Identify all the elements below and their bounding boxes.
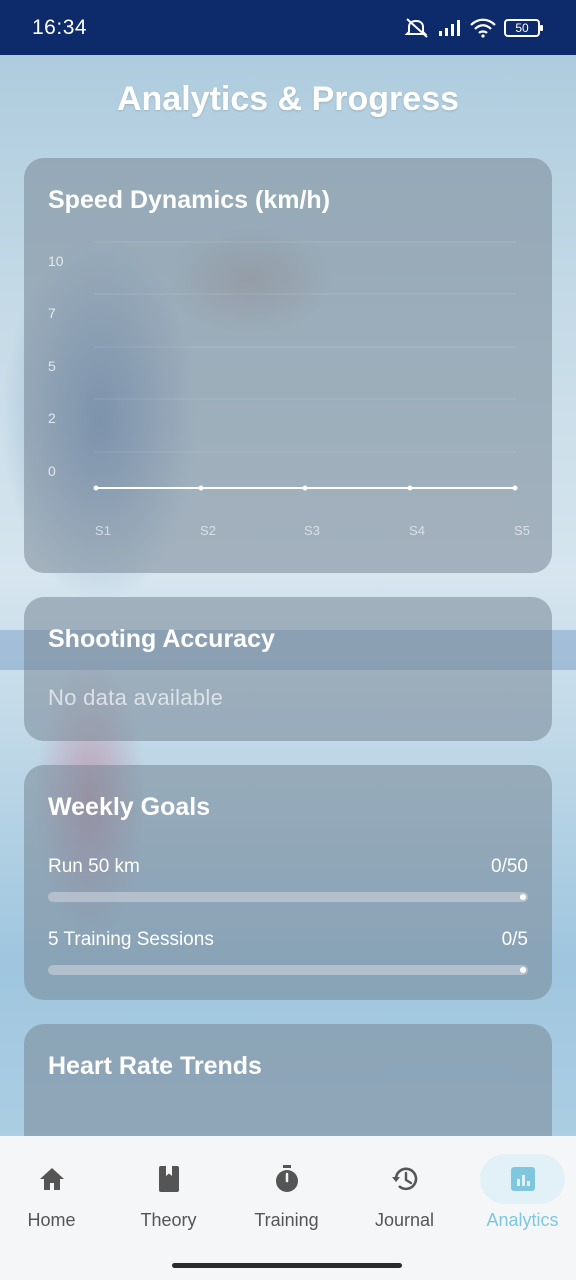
chart-x-tick-label: S3 [304, 523, 320, 538]
chart-y-tick-label: 0 [48, 463, 56, 479]
nav-icon-container [244, 1154, 329, 1204]
chart-x-tick-label: S2 [200, 523, 216, 538]
status-icons: 50 [404, 17, 543, 39]
nav-item-journal[interactable]: Journal [347, 1136, 462, 1246]
nav-icon-container [362, 1154, 447, 1204]
signal-icon [439, 19, 460, 36]
nav-label: Home [27, 1210, 76, 1230]
chart-x-tick-label: S5 [514, 523, 530, 538]
goal-value: 0/5 [501, 929, 528, 950]
history-icon [392, 1167, 418, 1191]
nav-label: Analytics [486, 1210, 559, 1230]
chart-y-tick-label: 2 [48, 410, 56, 426]
speed-line-chart: 10 7 5 2 0 S1 S2 S3 S4 S5 [48, 241, 530, 538]
analytics-icon [511, 1167, 535, 1191]
weekly-goals-title: Weekly Goals [48, 793, 211, 821]
nav-label: Journal [374, 1210, 435, 1230]
no-data-text: No data available [48, 685, 224, 710]
chart-y-tick-label: 5 [48, 358, 56, 374]
goal-row: 5 Training Sessions 0/5 [48, 929, 528, 979]
chart-data-point [93, 485, 99, 491]
goal-label: Run 50 km [48, 856, 140, 877]
goal-progress-bar [48, 892, 528, 902]
goal-label: 5 Training Sessions [48, 929, 214, 950]
nav-label: Training [254, 1210, 319, 1230]
nav-item-training[interactable]: Training [229, 1136, 344, 1246]
nav-item-home[interactable]: Home [0, 1136, 109, 1246]
nav-icon-container [126, 1154, 211, 1204]
mute-icon [404, 17, 428, 38]
speed-dynamics-card: Speed Dynamics (km/h) 10 7 5 2 0 S1 S2 S3 S4 S5 [24, 158, 552, 573]
page-title: Analytics & Progress [116, 80, 460, 118]
chart-x-tick-label: S4 [409, 523, 425, 538]
home-indicator [172, 1263, 402, 1268]
book-icon [159, 1166, 179, 1192]
nav-label: Theory [140, 1210, 197, 1230]
chart-data-point [512, 485, 518, 491]
chart-x-tick-label: S1 [95, 523, 111, 538]
status-time: 16:34 [32, 15, 88, 39]
weekly-goals-card: Weekly Goals Run 50 km 0/50 5 Training S… [24, 765, 552, 1000]
chart-y-tick-label: 7 [48, 305, 56, 321]
battery-level: 50 [515, 20, 529, 35]
goal-progress-bar [48, 965, 528, 975]
heart-rate-title: Heart Rate Trends [48, 1052, 262, 1080]
goal-progress-end-dot [520, 967, 526, 973]
chart-y-tick-label: 10 [48, 253, 64, 269]
status-bar: 16:34 50 [0, 0, 576, 55]
goal-progress-end-dot [520, 894, 526, 900]
battery-icon: 50 [504, 18, 543, 37]
chart-data-point [198, 485, 204, 491]
bottom-navigation: Home Theory Training Journal Analytics [0, 1136, 576, 1280]
chart-data-point [407, 485, 413, 491]
nav-item-theory[interactable]: Theory [111, 1136, 226, 1246]
nav-icon-container [9, 1154, 94, 1204]
nav-icon-container [480, 1154, 565, 1204]
goal-row: Run 50 km 0/50 [48, 856, 528, 906]
home-icon [40, 1168, 64, 1190]
shooting-accuracy-card: Shooting Accuracy No data available [24, 597, 552, 741]
shooting-accuracy-title: Shooting Accuracy [48, 625, 275, 653]
stopwatch-icon [276, 1165, 298, 1192]
chart-data-point [302, 485, 308, 491]
nav-item-analytics[interactable]: Analytics [465, 1136, 576, 1246]
goal-value: 0/50 [491, 856, 528, 877]
wifi-icon [470, 18, 496, 38]
